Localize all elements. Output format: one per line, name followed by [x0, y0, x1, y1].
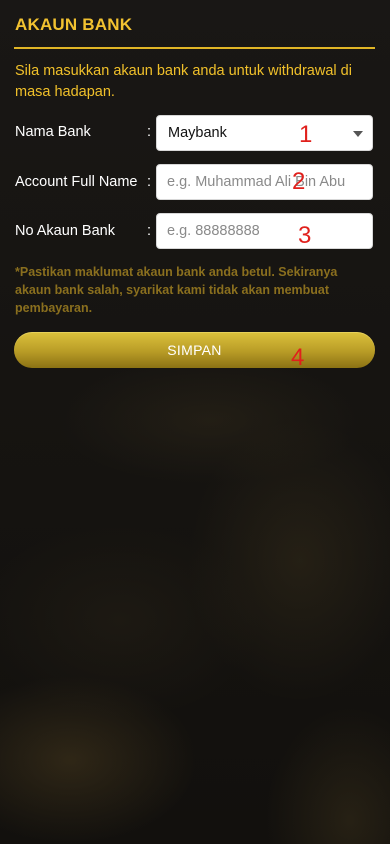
bank-name-selected-value: Maybank: [168, 125, 227, 141]
full-name-label: Account Full Name: [15, 174, 138, 190]
title-underline: [14, 47, 375, 49]
annotation-number-1: 1: [299, 121, 313, 148]
annotation-number-3: 3: [298, 222, 312, 249]
bank-name-label: Nama Bank: [15, 124, 91, 140]
annotation-number-2: 2: [292, 168, 306, 195]
warning-note: *Pastikan maklumat akaun bank anda betul…: [15, 265, 338, 315]
account-no-input[interactable]: e.g. 88888888: [156, 213, 373, 249]
full-name-input[interactable]: e.g. Muhammad Ali Bin Abu: [156, 164, 373, 200]
save-button-label: SIMPAN: [167, 342, 222, 358]
intro-text: Sila masukkan akaun bank anda untuk with…: [15, 63, 352, 100]
chevron-down-icon: [353, 131, 363, 137]
annotation-number-4: 4: [291, 344, 305, 371]
save-button[interactable]: SIMPAN: [14, 332, 375, 368]
full-name-placeholder: e.g. Muhammad Ali Bin Abu: [167, 174, 346, 190]
page-title: AKAUN BANK: [15, 15, 133, 34]
bank-name-select[interactable]: Maybank: [156, 115, 373, 151]
account-no-placeholder: e.g. 88888888: [167, 223, 260, 239]
account-no-label: No Akaun Bank: [15, 223, 115, 239]
bank-name-colon: :: [147, 124, 152, 140]
full-name-colon: :: [147, 174, 152, 190]
account-no-colon: :: [147, 223, 152, 239]
